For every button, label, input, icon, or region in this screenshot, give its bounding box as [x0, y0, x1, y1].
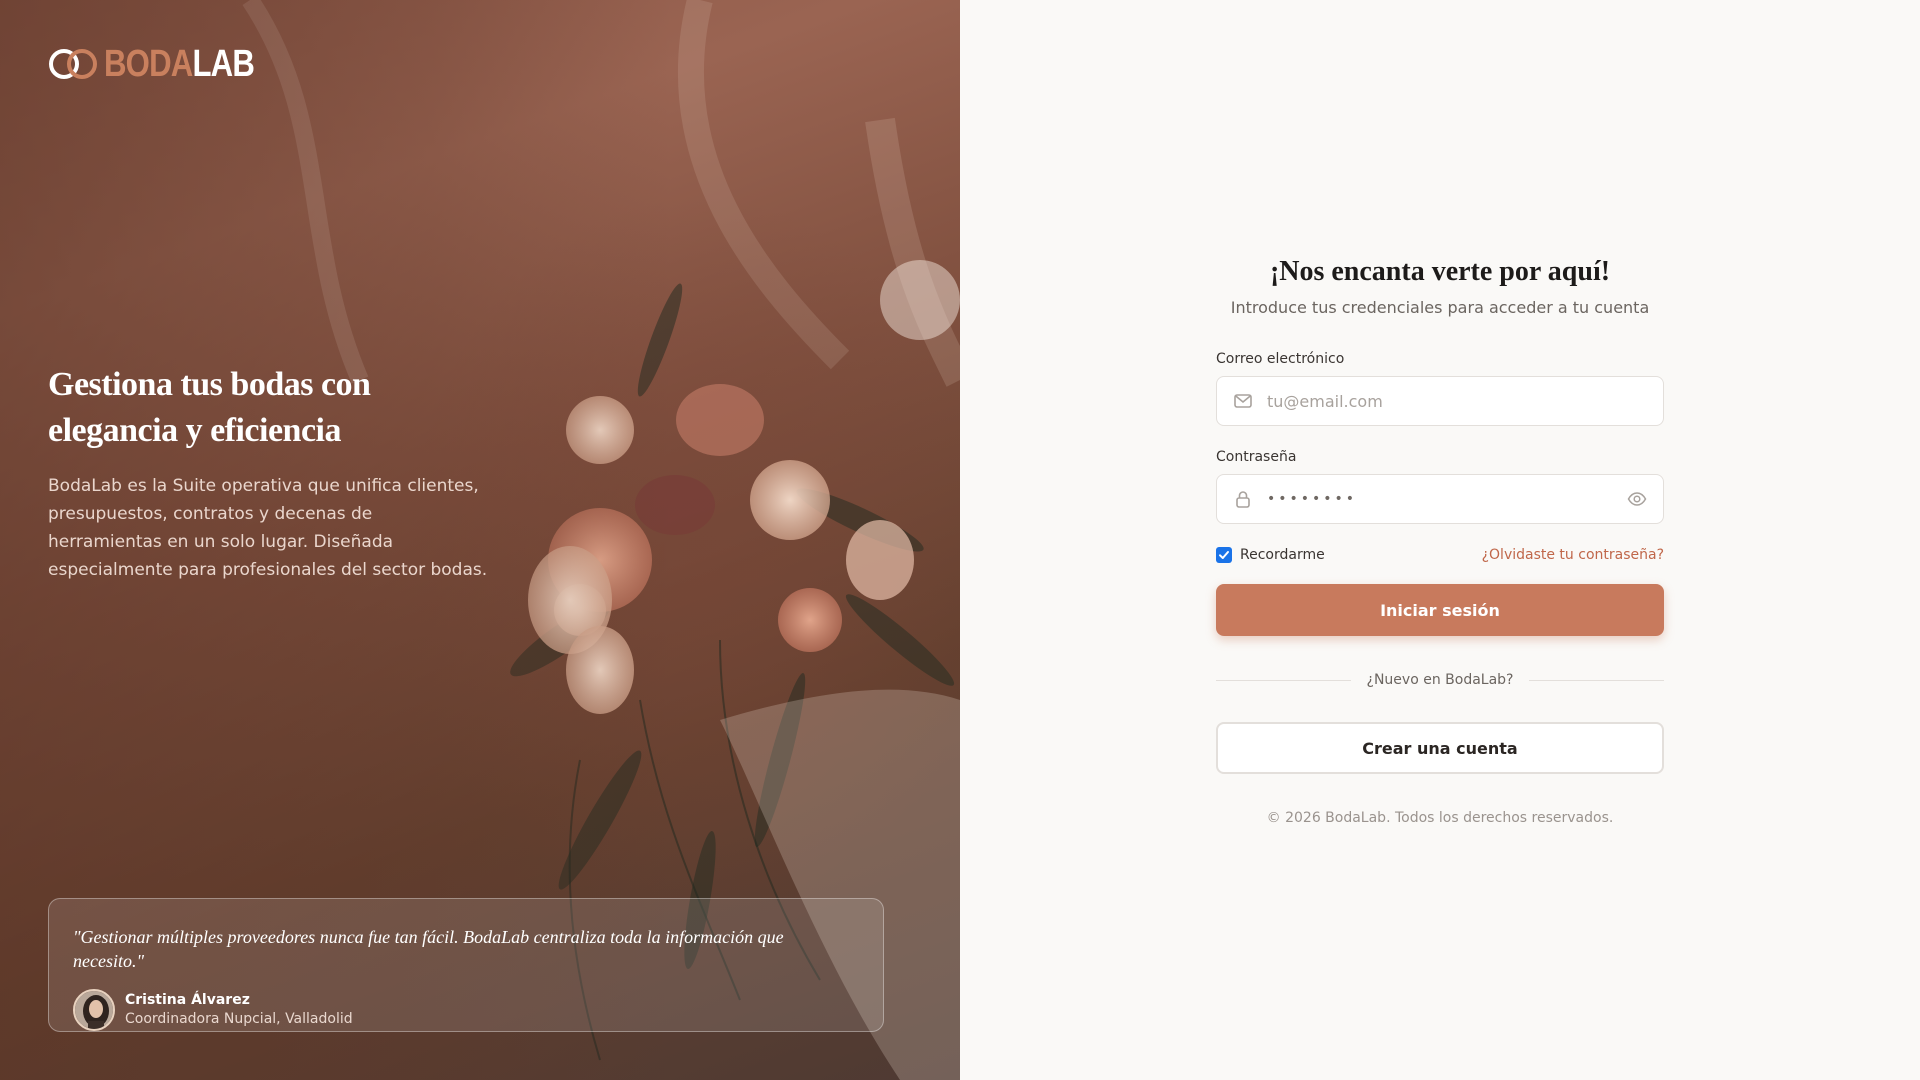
hero-panel: BODALAB Gestiona tus bodas con elegancia… — [0, 0, 960, 1080]
hero-description: BodaLab es la Suite operativa que unific… — [48, 476, 488, 580]
password-field-wrapper — [1216, 474, 1664, 524]
remember-me[interactable]: Recordarme — [1216, 547, 1325, 563]
testimonial-card: "Gestionar múltiples proveedores nunca f… — [48, 898, 884, 1032]
login-form: ¡Nos encanta verte por aquí! Introduce t… — [1216, 250, 1664, 828]
hero-title: Gestiona tus bodas con elegancia y efici… — [48, 366, 371, 449]
login-panel: ¡Nos encanta verte por aquí! Introduce t… — [960, 0, 1920, 1080]
testimonial-author-role: Coordinadora Nupcial, Valladolid — [125, 1011, 353, 1027]
new-user-divider: ¿Nuevo en BodaLab? — [1216, 670, 1664, 690]
email-input[interactable] — [1267, 391, 1647, 411]
forgot-password-link[interactable]: ¿Olvidaste tu contraseña? — [1482, 547, 1664, 563]
divider-text: ¿Nuevo en BodaLab? — [1366, 672, 1514, 688]
brand-wordmark: BODALAB — [104, 43, 255, 85]
check-icon — [1219, 551, 1229, 559]
avatar-portrait-icon — [75, 991, 113, 1029]
copyright-footer: © 2026 BodaLab. Todos los derechos reser… — [1266, 810, 1614, 826]
remember-label: Recordarme — [1240, 547, 1325, 563]
avatar — [73, 989, 115, 1031]
divider-line-right — [1529, 679, 1664, 681]
brand-name-part1: BODA — [104, 43, 193, 85]
email-field-wrapper — [1216, 376, 1664, 426]
create-account-button[interactable]: Crear una cuenta — [1216, 722, 1664, 774]
testimonial-author: Cristina Álvarez Coordinadora Nupcial, V… — [73, 989, 859, 1031]
password-input[interactable] — [1267, 491, 1627, 507]
remember-checkbox[interactable] — [1216, 547, 1232, 563]
mail-icon — [1233, 391, 1253, 411]
lock-icon — [1233, 489, 1253, 509]
remember-forgot-row: Recordarme ¿Olvidaste tu contraseña? — [1216, 544, 1664, 566]
testimonial-quote: "Gestionar múltiples proveedores nunca f… — [73, 927, 784, 971]
email-label: Correo electrónico — [1216, 351, 1345, 367]
eye-icon[interactable] — [1627, 489, 1647, 509]
login-title: ¡Nos encanta verte por aquí! — [1269, 256, 1611, 287]
sign-in-button[interactable]: Iniciar sesión — [1216, 584, 1664, 636]
password-label: Contraseña — [1216, 449, 1297, 465]
divider-line-left — [1216, 679, 1351, 681]
login-subtitle: Introduce tus credenciales para acceder … — [1230, 298, 1650, 317]
brand-logo[interactable]: BODALAB — [48, 44, 287, 84]
testimonial-author-name: Cristina Álvarez — [125, 992, 250, 1008]
interlocking-rings-icon — [49, 49, 97, 79]
brand-name-part2: LAB — [192, 43, 255, 85]
